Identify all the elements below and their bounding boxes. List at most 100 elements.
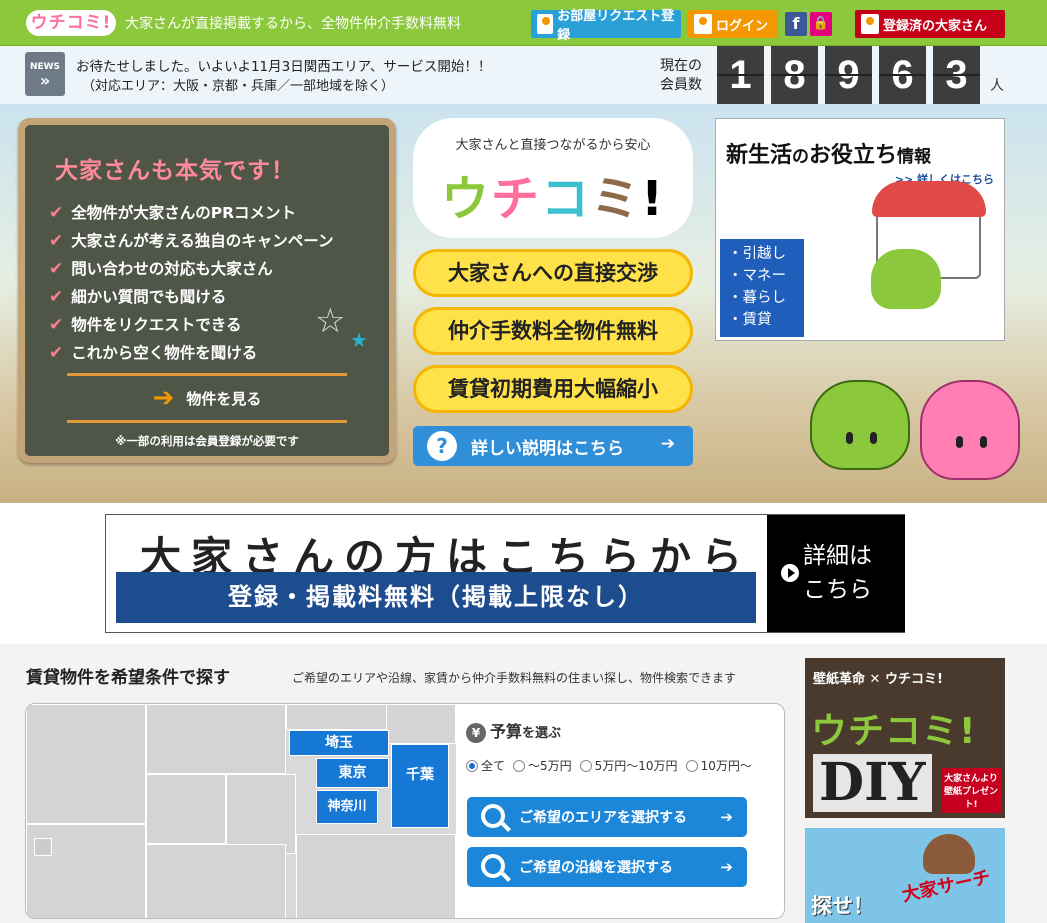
login-label: ログイン	[716, 18, 769, 34]
new-life-topics: ・引越し ・マネー ・暮らし ・賃貸	[720, 239, 804, 337]
title-part: の	[792, 147, 810, 167]
details-button-label: 詳しい説明はこちら	[471, 438, 624, 459]
logo-char: コ	[541, 171, 592, 227]
diy-wallpaper-ad[interactable]: 壁紙革命 ✕ ウチコミ! ウチコミ! DIY 大家さんより壁紙プレゼント!	[805, 658, 1005, 818]
room-request-button[interactable]: お部屋リクエスト登録	[531, 9, 681, 43]
map-prefecture[interactable]	[226, 774, 296, 854]
check-icon: ✔	[49, 343, 64, 363]
radio-icon[interactable]	[579, 760, 592, 772]
radio-icon[interactable]	[513, 760, 526, 772]
map-prefecture[interactable]	[26, 704, 146, 824]
budget-title-main: 予算	[490, 722, 523, 741]
chalkboard-item-text: 問い合わせの対応も大家さん	[71, 260, 273, 278]
lock-icon[interactable]: 🔒	[810, 12, 832, 36]
new-life-info-banner[interactable]: 新生活のお役立ち情報 >> 詳しくはこちら ・引越し ・マネー ・暮らし ・賃貸	[715, 118, 1005, 341]
details-button[interactable]: ? 詳しい説明はこちら ➔	[413, 426, 693, 466]
budget-option[interactable]: 5万円～10万円	[579, 757, 678, 774]
member-label-line1: 現在の	[660, 58, 702, 74]
budget-option-label: 10万円～	[700, 759, 752, 773]
check-icon: ✔	[49, 231, 64, 251]
brand-logo: ウチコミ!	[413, 159, 693, 229]
logo-char: チ	[491, 171, 542, 227]
member-label-line2: 会員数	[660, 77, 702, 93]
feature-direct-negotiation: 大家さんへの直接交渉	[413, 249, 693, 297]
title-part: 新生活	[726, 143, 793, 168]
owner-cta-line2: こちら	[803, 577, 872, 603]
brand-subtitle: 大家さんと直接つながるから安心	[455, 138, 651, 153]
logo-char: ミ	[591, 171, 642, 227]
mascot-illustration	[871, 249, 941, 309]
mascot-eye	[870, 432, 877, 444]
map-chiba[interactable]: 千葉	[391, 744, 449, 828]
view-properties-button[interactable]: ➔ 物件を見る	[67, 373, 347, 423]
yen-icon: ¥	[466, 723, 486, 743]
budget-option[interactable]: 10万円～	[685, 757, 752, 774]
search-icon	[481, 854, 505, 878]
select-line-button[interactable]: ご希望の沿線を選択する ➔	[467, 847, 747, 887]
owner-search-text: 探せ！	[811, 894, 874, 918]
member-digit: 6	[879, 46, 926, 104]
facebook-login-icon[interactable]: f	[785, 12, 807, 36]
map-prefecture[interactable]	[296, 834, 456, 918]
member-count-label: 現在の 会員数	[660, 57, 702, 95]
diy-ad-header: 壁紙革命 ✕ ウチコミ!	[813, 672, 943, 687]
radio-selected-icon[interactable]	[466, 760, 478, 772]
view-properties-label: 物件を見る	[186, 389, 262, 408]
region-map: 埼玉 東京 千葉 神奈川	[26, 704, 456, 918]
search-box: 埼玉 東京 千葉 神奈川 ¥ 予算を選ぶ 全て ～5万円 5万円～10万円 10万…	[25, 703, 785, 919]
arrow-right-icon: ➔	[720, 808, 733, 826]
chalkboard-item: ✔ これから空く物件を聞ける	[49, 339, 334, 367]
play-icon	[781, 564, 799, 582]
owner-search-ad[interactable]: 大家サーチ 探せ！	[805, 828, 1005, 923]
budget-option-label: ～5万円	[528, 759, 572, 773]
select-line-label: ご希望の沿線を選択する	[519, 860, 673, 876]
new-life-topic: ・マネー	[728, 268, 786, 284]
chalkboard-item: ✔ 物件をリクエストできる	[49, 311, 334, 339]
question-icon: ?	[427, 431, 457, 461]
site-logo[interactable]: ウチコミ!	[26, 10, 116, 36]
mascot-eye	[846, 432, 853, 444]
member-digit: 3	[933, 46, 980, 104]
search-description: ご希望のエリアや沿線、家賃から仲介手数料無料の住まい探し、物件検索できます	[292, 671, 737, 685]
news-badge[interactable]: NEWS »	[25, 52, 65, 96]
chalkboard-item-text: 物件をリクエストできる	[71, 316, 242, 334]
brand-logo-box: 大家さんと直接つながるから安心 ウチコミ!	[413, 118, 693, 238]
map-saitama[interactable]: 埼玉	[289, 730, 389, 756]
news-subline: （対応エリア：大阪・京都・兵庫／一部地域を除く）	[82, 79, 395, 94]
member-unit: 人	[990, 78, 1004, 94]
map-prefecture[interactable]	[146, 844, 286, 918]
chalkboard-panel: 大家さんも本気です！ ✔ 全物件が大家さんのPRコメント ✔ 大家さんが考える独自の…	[18, 118, 396, 463]
title-part: お役立ち	[809, 143, 898, 168]
owner-registration-banner[interactable]: 大家さんの方はこちらから 登録・掲載料無料（掲載上限なし） 詳細は こちら	[105, 514, 905, 633]
budget-option[interactable]: 全て	[466, 757, 505, 774]
registered-owner-button[interactable]: 登録済の大家さん	[855, 10, 1005, 38]
arrow-right-icon: ➔	[720, 858, 733, 876]
star-doodle-icon: ☆	[315, 301, 346, 341]
map-prefecture[interactable]	[386, 704, 456, 744]
logo-char: ウ	[441, 171, 492, 227]
owner-details-button[interactable]: 詳細は こちら	[767, 515, 905, 632]
title-part: 情報	[897, 147, 932, 167]
map-prefecture[interactable]	[146, 704, 286, 774]
radio-icon[interactable]	[685, 760, 698, 772]
select-area-button[interactable]: ご希望のエリアを選択する ➔	[467, 797, 747, 837]
diy-ad-logo: ウチコミ!	[811, 702, 976, 754]
map-prefecture[interactable]	[146, 774, 226, 844]
search-title: 賃貸物件を希望条件で探す	[26, 668, 230, 688]
user-icon	[694, 14, 712, 34]
registered-owner-label: 登録済の大家さん	[883, 18, 988, 34]
mascot-eye	[956, 436, 963, 448]
map-kanagawa[interactable]: 神奈川	[316, 790, 378, 824]
star-icon: ★	[350, 328, 368, 352]
news-headline[interactable]: お待たせしました。いよいよ11月3日関西エリア、サービス開始！！	[76, 55, 491, 75]
chalkboard-title: 大家さんも本気です！	[55, 158, 295, 184]
budget-option[interactable]: ～5万円	[513, 757, 572, 774]
chalkboard-item-text: 細かい質問でも聞ける	[71, 288, 227, 306]
arrow-right-icon: ➔	[660, 434, 675, 454]
diy-ad-note: 大家さんより壁紙プレゼント!	[941, 768, 1001, 813]
check-icon: ✔	[49, 259, 64, 279]
login-button[interactable]: ログイン	[688, 10, 778, 38]
budget-panel: ¥ 予算を選ぶ 全て ～5万円 5万円～10万円 10万円～	[466, 718, 752, 774]
map-tokyo[interactable]: 東京	[316, 758, 389, 788]
map-island	[34, 838, 52, 856]
